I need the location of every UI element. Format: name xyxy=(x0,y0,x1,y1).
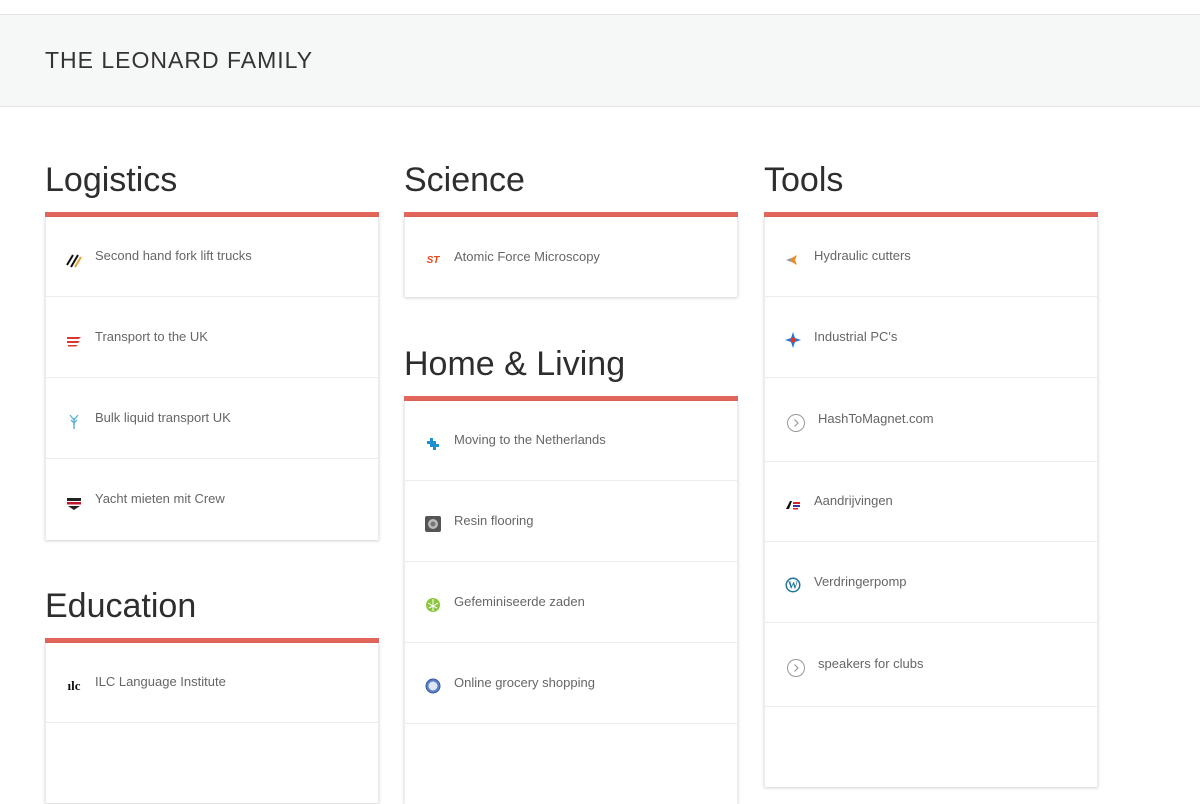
list-item[interactable] xyxy=(46,723,378,803)
list-item-hashtomagnet[interactable]: HashToMagnet.com xyxy=(765,378,1097,462)
flag-stripes-icon xyxy=(65,494,83,512)
list-item-resin[interactable]: Resin flooring xyxy=(405,481,737,562)
list-item-label: Bulk liquid transport UK xyxy=(95,409,231,425)
list-item-speakers[interactable]: speakers for clubs xyxy=(765,623,1097,707)
section-home-living: Home & Living Moving to the Netherlands … xyxy=(404,344,738,804)
site-header: THE LEONARD FAMILY xyxy=(0,15,1200,107)
section-heading: Tools xyxy=(764,161,844,199)
section-heading: Science xyxy=(404,161,525,199)
list-item-seeds[interactable]: Gefeminiseerde zaden xyxy=(405,562,737,643)
circle-arrow-icon xyxy=(784,658,808,677)
section-tools: Tools Hydraulic cutters Industrial PC's … xyxy=(764,160,1098,787)
flag-logo-icon xyxy=(784,496,802,514)
list-item-label: Transport to the UK xyxy=(95,328,208,344)
list-item-moving[interactable]: Moving to the Netherlands xyxy=(405,401,737,481)
list-item-label: ILC Language Institute xyxy=(95,674,226,689)
list-item-label: Resin flooring xyxy=(454,512,534,528)
list-item-yacht[interactable]: Yacht mieten mit Crew xyxy=(46,459,378,540)
compass-star-icon xyxy=(784,331,802,349)
list-item-afm[interactable]: ST Atomic Force Microscopy xyxy=(405,217,737,297)
circle-arrow-icon xyxy=(784,413,808,432)
blue-puzzle-icon xyxy=(424,435,442,453)
link-list: ST Atomic Force Microscopy xyxy=(404,217,738,297)
section-logistics: Logistics Second hand fork lift trucks T… xyxy=(45,160,379,540)
list-item-grocery[interactable]: Online grocery shopping xyxy=(405,643,737,724)
list-item-forklift[interactable]: Second hand fork lift trucks xyxy=(46,217,378,297)
list-item-label: Atomic Force Microscopy xyxy=(454,248,600,264)
list-item-transport-uk[interactable]: Transport to the UK xyxy=(46,297,378,378)
list-item-label: speakers for clubs xyxy=(818,656,924,671)
list-item-ilc[interactable]: ılc ILC Language Institute xyxy=(46,643,378,723)
link-list: ılc ILC Language Institute xyxy=(45,643,379,803)
list-item-label: Second hand fork lift trucks xyxy=(95,248,252,263)
wordpress-icon: W xyxy=(784,576,802,594)
list-item-label: Hydraulic cutters xyxy=(814,248,911,263)
blue-tree-icon xyxy=(65,412,83,430)
list-item-label: Gefeminiseerde zaden xyxy=(454,593,585,609)
diagonal-stripes-icon xyxy=(65,251,83,269)
list-item-verdringerpomp[interactable]: W Verdringerpomp xyxy=(765,542,1097,623)
globe-icon xyxy=(424,677,442,695)
orange-chevron-icon xyxy=(784,251,802,269)
link-list: Second hand fork lift trucks Transport t… xyxy=(45,217,379,540)
list-item-label: Industrial PC's xyxy=(814,328,898,344)
ilc-logo-icon: ılc xyxy=(67,677,81,693)
top-border xyxy=(0,0,1200,15)
list-item-label: HashToMagnet.com xyxy=(818,411,934,426)
section-heading: Home & Living xyxy=(404,345,626,383)
red-wave-logo-icon xyxy=(65,331,83,349)
list-item[interactable] xyxy=(765,707,1097,787)
grey-circle-logo-icon xyxy=(424,515,442,533)
green-leaf-icon xyxy=(424,596,442,614)
section-education: Education ılc ILC Language Institute xyxy=(45,586,379,803)
section-heading: Education xyxy=(45,587,197,625)
list-item[interactable] xyxy=(405,724,737,804)
section-science: Science ST Atomic Force Microscopy xyxy=(404,160,738,297)
list-item-hydraulic[interactable]: Hydraulic cutters xyxy=(765,217,1097,297)
st-logo-icon: ST xyxy=(426,254,440,266)
list-item-label: Aandrijvingen xyxy=(814,493,893,508)
list-item-industrial-pc[interactable]: Industrial PC's xyxy=(765,297,1097,378)
list-item-label: Yacht mieten mit Crew xyxy=(95,491,225,506)
link-list: Moving to the Netherlands Resin flooring… xyxy=(404,401,738,804)
section-heading: Logistics xyxy=(45,161,178,199)
svg-text:W: W xyxy=(788,581,798,592)
list-item-aandrijvingen[interactable]: Aandrijvingen xyxy=(765,462,1097,542)
site-title[interactable]: THE LEONARD FAMILY xyxy=(45,47,313,74)
list-item-label: Verdringerpomp xyxy=(814,573,907,589)
link-list: Hydraulic cutters Industrial PC's HashTo… xyxy=(764,217,1098,787)
list-item-label: Online grocery shopping xyxy=(454,674,595,690)
list-item-bulk-liquid[interactable]: Bulk liquid transport UK xyxy=(46,378,378,459)
list-item-label: Moving to the Netherlands xyxy=(454,432,606,447)
